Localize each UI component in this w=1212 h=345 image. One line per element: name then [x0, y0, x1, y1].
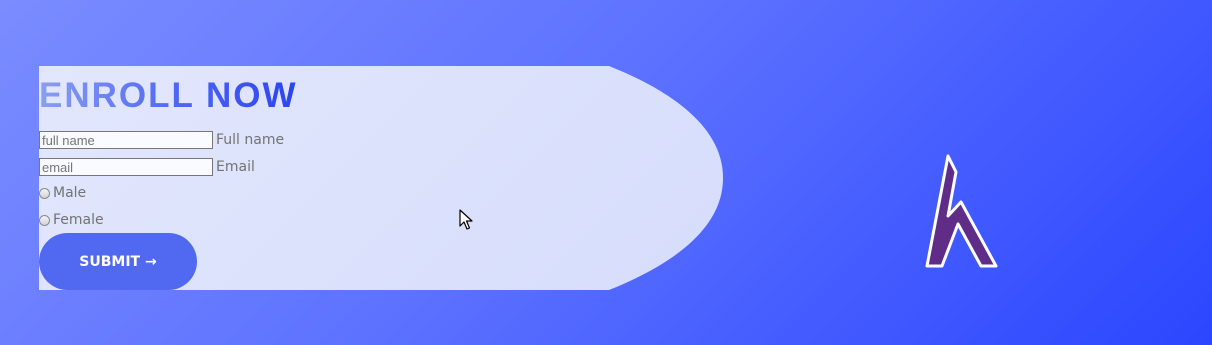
full-name-input[interactable]	[39, 131, 213, 149]
full-name-label: Full name	[216, 132, 285, 148]
male-option[interactable]: Male	[39, 185, 86, 201]
female-option[interactable]: Female	[39, 212, 104, 228]
female-radio[interactable]	[39, 214, 50, 226]
male-label: Male	[53, 185, 87, 201]
email-label: Email	[216, 159, 255, 175]
page-title: ENROLL NOW	[39, 76, 298, 115]
mouse-pointer-icon	[459, 209, 473, 230]
email-input[interactable]	[39, 158, 213, 176]
email-row: Email	[39, 158, 255, 176]
full-name-row: Full name	[39, 131, 284, 149]
submit-button[interactable]: SUBMIT →	[39, 233, 197, 290]
h-letter-logo-icon	[925, 154, 998, 268]
male-radio[interactable]	[39, 187, 50, 199]
female-label: Female	[53, 212, 104, 228]
